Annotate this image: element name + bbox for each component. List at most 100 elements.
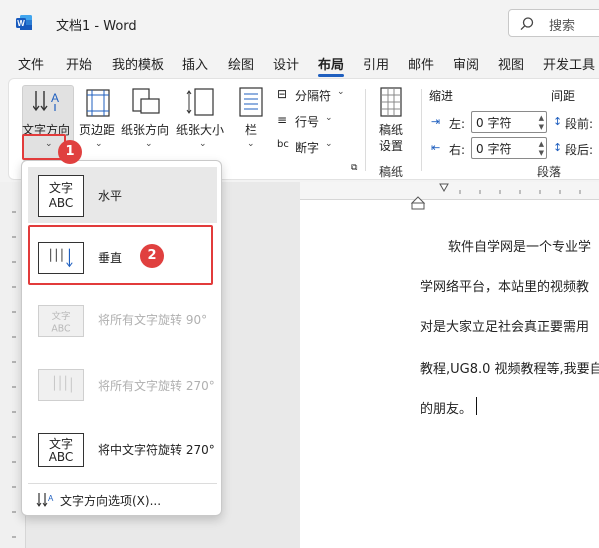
text-direction-options-item[interactable]: A 文字方向选项(X)...	[36, 491, 216, 511]
tab-file[interactable]: 文件	[18, 54, 44, 73]
document-title: 文档1 - Word	[56, 19, 137, 34]
menu-item-label: 将所有文字旋转 270°	[98, 379, 215, 393]
orientation-icon	[132, 88, 160, 114]
search-box[interactable]: 搜索	[508, 9, 599, 37]
ribbon-separator	[365, 89, 366, 171]
text-cursor	[476, 397, 477, 415]
word-app-icon: W	[16, 15, 32, 30]
horizontal-ruler	[300, 182, 599, 200]
manuscript-settings-label-1[interactable]: 稿纸	[379, 121, 403, 138]
svg-text:W: W	[17, 19, 25, 28]
spacing-after-icon: ↕	[553, 141, 563, 154]
menu-item-label: 将所有文字旋转 90°	[98, 313, 208, 327]
indent-title: 缩进	[429, 89, 454, 103]
chevron-down-icon: ⌄	[95, 139, 103, 149]
document-line: 对是大家立足社会真正要需用	[420, 320, 590, 335]
icon-text-bottom: ABC	[48, 450, 74, 464]
chevron-down-icon: ⌄	[325, 113, 333, 123]
rotate-90-text-icon: 文字 ABC	[38, 305, 84, 337]
spin-up-icon[interactable]: ▲	[539, 114, 544, 122]
breaks-button[interactable]: 分隔符	[295, 87, 331, 104]
dialog-launcher-icon[interactable]: ⧉	[351, 163, 357, 173]
menu-separator	[28, 483, 217, 484]
chevron-down-icon: ⌄	[325, 139, 333, 149]
manuscript-icon	[380, 87, 402, 117]
svg-text:A: A	[48, 494, 54, 503]
svg-text:A: A	[51, 91, 59, 105]
indent-left-input[interactable]: 0 字符 ▲ ▼	[471, 111, 547, 133]
ribbon-separator	[421, 89, 422, 171]
document-line: 的朋友。	[420, 402, 473, 417]
indent-right-icon: ⇤	[431, 141, 441, 154]
active-tab-indicator	[318, 74, 344, 77]
tab-insert[interactable]: 插入	[182, 54, 208, 73]
spin-up-icon[interactable]: ▲	[539, 140, 544, 148]
spacing-before-icon: ↕	[553, 115, 563, 128]
highlight-box-vertical	[28, 225, 213, 285]
text-direction-icon: A	[33, 91, 59, 112]
line-numbers-icon: ≡	[277, 113, 288, 127]
spacing-before-label: 段前:	[565, 117, 594, 131]
menu-item-rotate-cjk-270[interactable]: 文字 ABC 将中文字符旋转 270°	[28, 421, 217, 477]
tab-design[interactable]: 设计	[273, 54, 299, 73]
text-direction-options-label: 文字方向选项(X)...	[60, 494, 162, 508]
menu-item-horizontal[interactable]: 文字 ABC 水平	[28, 167, 217, 223]
tab-mailings[interactable]: 邮件	[408, 54, 434, 73]
indent-right-input[interactable]: 0 字符 ▲ ▼	[471, 137, 547, 159]
margins-icon	[86, 89, 110, 117]
tab-developer[interactable]: 开发工具	[543, 54, 595, 73]
icon-text-bottom: ABC	[48, 196, 74, 210]
menu-item-rotate-90: 文字 ABC 将所有文字旋转 90°	[28, 291, 217, 347]
page-size-icon	[186, 88, 214, 116]
tab-my-templates[interactable]: 我的模板	[112, 54, 164, 73]
page-size-button[interactable]: 纸张大小	[176, 121, 224, 138]
document-line: 学网络平台，本站里的视频教	[420, 280, 590, 295]
icon-text-top: 文字	[48, 181, 73, 195]
document-line: 教程,UG8.0 视频教程等,我要自	[420, 362, 599, 377]
tab-references[interactable]: 引用	[363, 54, 389, 73]
indent-right-label: 右:	[449, 143, 466, 157]
indent-marker-icon[interactable]	[410, 196, 426, 218]
chevron-down-icon: ⌄	[247, 139, 255, 149]
hyphenation-button[interactable]: 断字	[295, 139, 319, 156]
chevron-down-icon: ⌄	[145, 139, 153, 149]
breaks-icon: ⊟	[277, 87, 288, 101]
menu-item-label: 将中文字符旋转 270°	[98, 443, 215, 457]
text-direction-menu: 文字 ABC 水平 垂直 文字 ABC 将所有文字旋转 90° 将所有文字旋转 …	[21, 160, 222, 516]
rotate-270-text-icon	[38, 369, 84, 401]
search-label: 搜索	[549, 19, 576, 34]
group-label-manuscript: 稿纸	[379, 165, 404, 179]
spacing-after-label: 段后:	[565, 143, 594, 157]
tab-view[interactable]: 视图	[498, 54, 524, 73]
step-badge-2: 2	[140, 244, 164, 268]
text-direction-options-icon: A	[36, 493, 54, 507]
manuscript-settings-label-2[interactable]: 设置	[379, 137, 403, 154]
spacing-title: 间距	[551, 89, 576, 103]
spin-down-icon[interactable]: ▼	[539, 149, 544, 157]
line-numbers-button[interactable]: 行号	[295, 113, 319, 130]
columns-button[interactable]: 栏	[245, 121, 257, 138]
margins-button[interactable]: 页边距	[79, 121, 115, 138]
search-icon	[520, 17, 534, 31]
svg-text:ABC: ABC	[51, 323, 71, 334]
indent-left-value: 0 字符	[476, 116, 512, 130]
tab-layout[interactable]: 布局	[318, 54, 344, 73]
chevron-down-icon: ⌄	[199, 139, 207, 149]
chevron-down-icon: ⌄	[337, 87, 345, 97]
indent-left-label: 左:	[449, 117, 466, 131]
hyphenation-icon: bc	[277, 139, 289, 150]
orientation-button[interactable]: 纸张方向	[121, 121, 169, 138]
tab-review[interactable]: 审阅	[453, 54, 479, 73]
indent-left-icon: ⇥	[431, 115, 441, 128]
tab-draw[interactable]: 绘图	[228, 54, 254, 73]
horizontal-ruler-ticks	[439, 183, 581, 194]
rotate-cjk-text-icon: 文字 ABC	[38, 433, 84, 467]
horizontal-text-icon: 文字 ABC	[38, 175, 84, 217]
document-line: 软件自学网是一个专业学	[448, 240, 592, 255]
tab-home[interactable]: 开始	[66, 54, 92, 73]
svg-text:文字: 文字	[52, 310, 71, 322]
spin-down-icon[interactable]: ▼	[539, 123, 544, 131]
columns-icon	[239, 87, 263, 117]
menu-tabs: 文件 开始 我的模板 插入 绘图 设计 布局 引用 邮件 审阅 视图 开发工具	[0, 50, 599, 77]
menu-item-rotate-270: 将所有文字旋转 270°	[28, 357, 217, 413]
